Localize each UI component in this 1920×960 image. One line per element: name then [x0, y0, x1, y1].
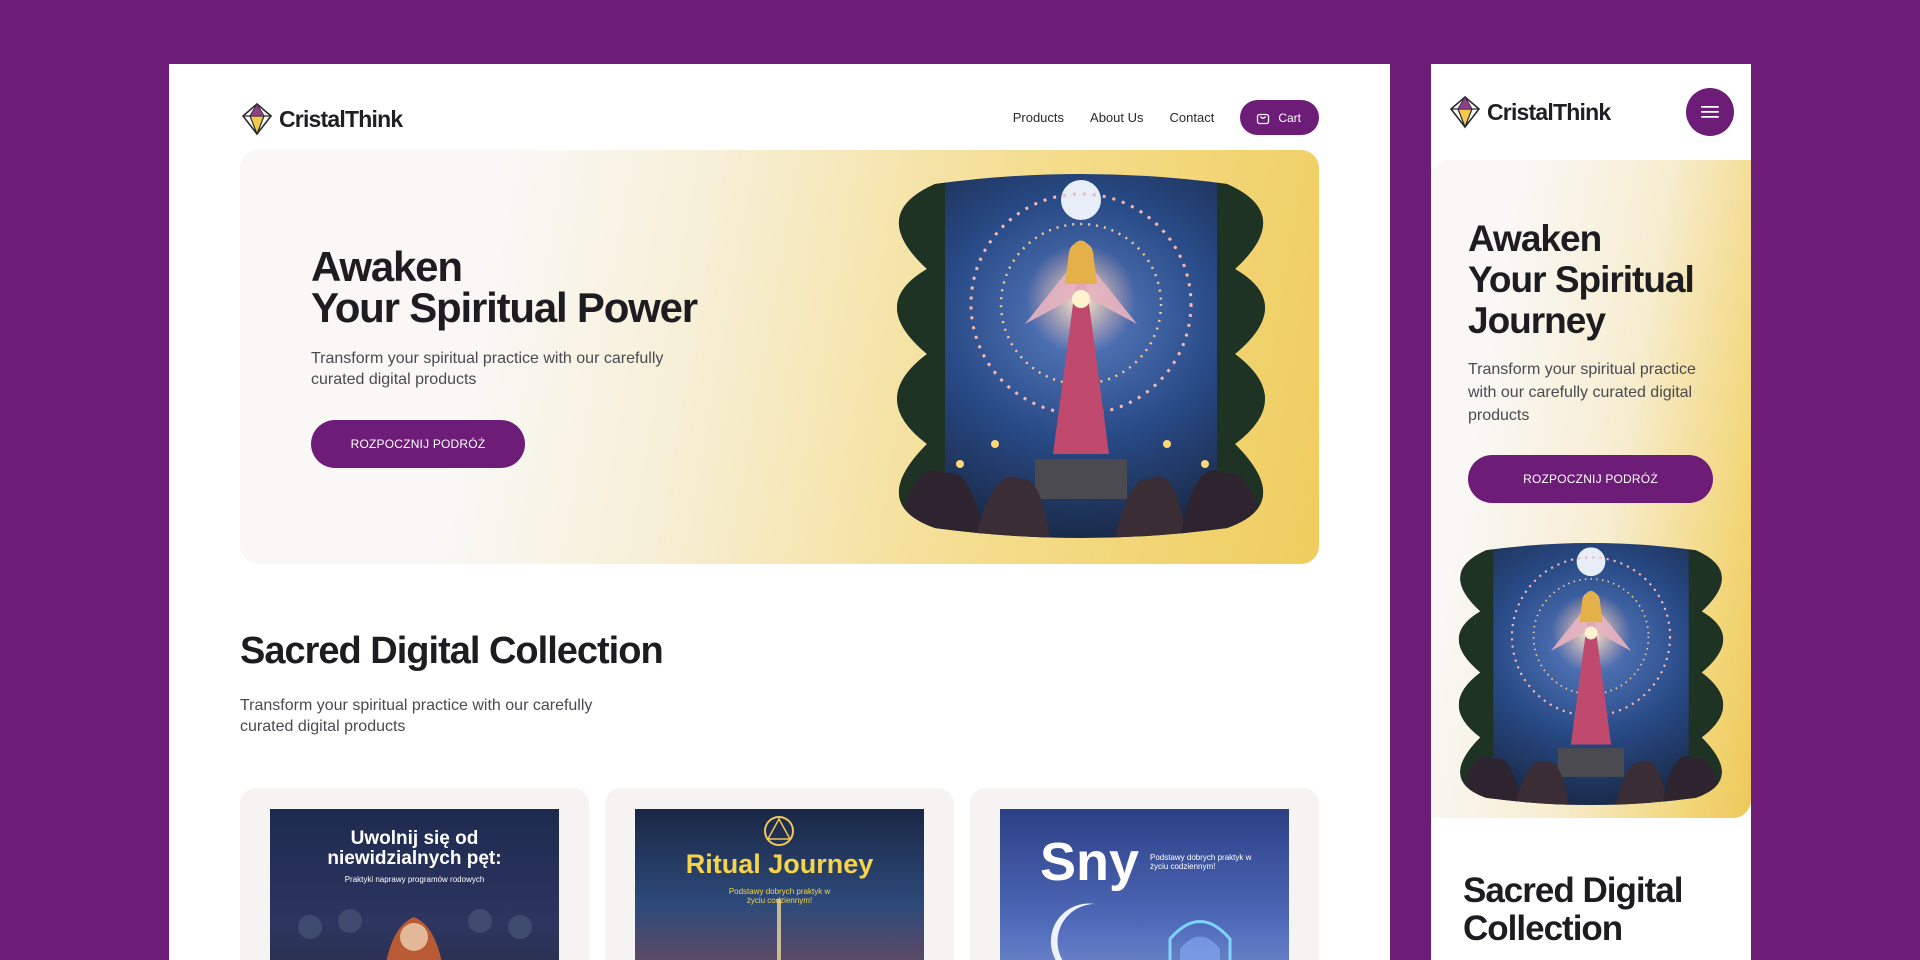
product-card-3[interactable]: Sny Podstawy dobrych praktyk w życiu cod… [970, 788, 1319, 960]
hero-cta-button[interactable]: ROZPOCZNIJ PODRÓŻ [311, 420, 525, 468]
cover-art [764, 816, 794, 960]
nav-link-about[interactable]: About Us [1090, 110, 1143, 125]
mobile-hero-title-line1: Awaken [1468, 218, 1602, 259]
cover-art [298, 909, 532, 960]
product-cover: Ritual Journey Podstawy dobrych praktyk … [635, 809, 924, 960]
hero-title-line2: Your Spiritual Power [311, 284, 698, 331]
hero-illustration [897, 174, 1265, 538]
mobile-hero-title-line2: Your Spiritual [1468, 259, 1695, 300]
mobile-preview: CristalThink Awaken Your Spiritual Journ… [1431, 64, 1751, 960]
product-cover-subtitle: Podstawy dobrych praktyk w życiu codzien… [728, 887, 831, 905]
crystal-diamond-icon [241, 102, 273, 136]
collection-title: Sacred Digital Collection [240, 630, 664, 672]
product-cover-title: Ritual Journey [685, 849, 874, 879]
product-card-1[interactable]: Uwolnij się od niewidzialnych pęt: Prakt… [240, 788, 589, 960]
mobile-hero-cta-button[interactable]: ROZPOCZNIJ PODRÓŻ [1468, 455, 1713, 503]
brand-logo-mobile[interactable]: CristalThink [1448, 95, 1611, 129]
brand-logo[interactable]: CristalThink [240, 102, 403, 136]
hamburger-menu-icon [1701, 106, 1719, 118]
product-cover-title: Sny [1040, 832, 1140, 892]
hero-subtitle: Transform your spiritual practice with o… [311, 350, 664, 388]
hero-title-line1: Awaken [311, 243, 463, 290]
mobile-hero-subtitle: Transform your spiritual practice with o… [1468, 361, 1696, 424]
nav-links: Products About Us Contact Cart [1013, 100, 1319, 135]
desktop-preview: CristalThink Products About Us Contact C… [169, 64, 1390, 960]
mobile-hero-illustration [1458, 543, 1724, 805]
product-cards: Uwolnij się od niewidzialnych pęt: Prakt… [240, 788, 1319, 960]
product-cover-subtitle: Podstawy dobrych praktyk w życiu codzien… [1150, 853, 1252, 871]
mobile-hero-title: Awaken Your Spiritual Journey [1468, 218, 1695, 341]
crystal-diamond-icon [1449, 95, 1481, 129]
collection-subtitle: Transform your spiritual practice with o… [240, 697, 593, 735]
cart-label: Cart [1278, 110, 1301, 125]
product-card-2[interactable]: Ritual Journey Podstawy dobrych praktyk … [605, 788, 954, 960]
hero-title: Awaken Your Spiritual Power [311, 243, 698, 331]
menu-button[interactable] [1686, 88, 1734, 136]
nav-link-products[interactable]: Products [1013, 110, 1064, 125]
mobile-hero-banner: Awaken Your Spiritual Journey Transform … [1431, 160, 1751, 818]
mobile-hero-title-line3: Journey [1468, 300, 1606, 341]
product-cover: Uwolnij się od niewidzialnych pęt: Prakt… [270, 809, 559, 960]
brand-name: CristalThink [279, 105, 403, 132]
shopping-bag-icon [1256, 111, 1270, 125]
product-cover: Sny Podstawy dobrych praktyk w życiu cod… [1000, 809, 1289, 960]
brand-name-mobile: CristalThink [1487, 98, 1611, 125]
hero-banner: Awaken Your Spiritual Power Transform yo… [240, 150, 1319, 564]
nav-link-contact[interactable]: Contact [1170, 110, 1215, 125]
cart-button[interactable]: Cart [1240, 100, 1319, 135]
desktop-navbar: CristalThink Products About Us Contact C… [240, 90, 1319, 146]
mobile-collection-title: Sacred Digital Collection [1463, 871, 1683, 948]
